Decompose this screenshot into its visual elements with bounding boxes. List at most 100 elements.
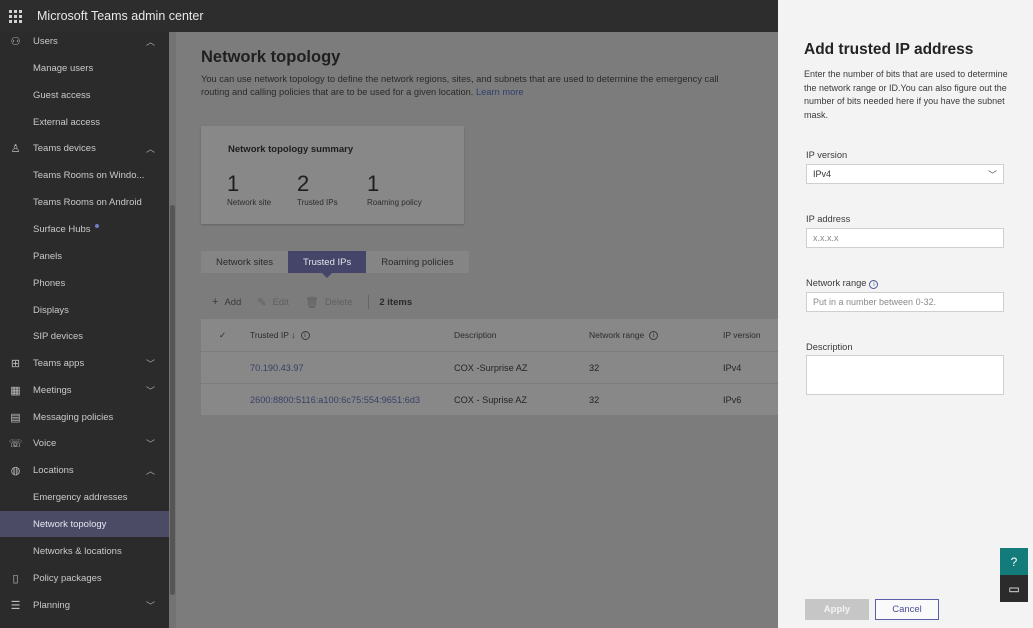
nav-sip-devices[interactable]: SIP devices <box>0 323 169 349</box>
row-ip-version: IPv4 <box>723 363 742 373</box>
nav-phones[interactable]: Phones <box>0 270 169 296</box>
planning-icon: ☰ <box>10 599 21 612</box>
globe-icon: ◍ <box>10 464 21 477</box>
info-icon[interactable]: i <box>869 280 879 289</box>
nav-networks-locations[interactable]: Networks & locations <box>0 538 169 564</box>
chevron-down-icon: ﹀ <box>146 358 156 369</box>
column-ip-version[interactable]: IP version <box>723 319 761 351</box>
nav-teams-rooms-windows[interactable]: Teams Rooms on Windo... <box>0 162 169 188</box>
app-title: Microsoft Teams admin center <box>37 9 204 23</box>
chevron-down-icon: ﹀ <box>146 438 156 449</box>
item-count: 2 items <box>379 296 413 308</box>
tab-bar: Network sites Trusted IPs Roaming polici… <box>201 251 469 278</box>
nav-emergency-addresses[interactable]: Emergency addresses <box>0 484 169 510</box>
tab-trusted-ips[interactable]: Trusted IPs <box>288 251 367 278</box>
app-launcher-icon[interactable] <box>0 0 30 32</box>
nav-locations[interactable]: ◍ Locations ︿ <box>0 457 169 483</box>
new-indicator-dot <box>94 223 99 228</box>
stat-trusted-ips: 2 Trusted IPs <box>297 171 338 207</box>
chevron-up-icon: ︿ <box>146 465 156 476</box>
row-description: COX - Suprise AZ <box>454 395 528 405</box>
left-navigation: ⚇ Users ︿ Manage users Guest access Exte… <box>0 32 169 628</box>
trash-icon: 🗑 <box>304 296 319 309</box>
column-description[interactable]: Description <box>454 319 497 351</box>
nav-guest-access[interactable]: Guest access <box>0 82 169 108</box>
nav-policy-packages[interactable]: ▯ Policy packages <box>0 565 169 591</box>
row-ip-version: IPv6 <box>723 395 742 405</box>
trusted-ip-link[interactable]: 2600:8800:5116:a100:6c75:554:9651:6d3 <box>250 384 420 416</box>
select-all-checkmark-icon[interactable]: ✓ <box>219 319 226 351</box>
description-label: Description <box>806 342 853 352</box>
cancel-button[interactable]: Cancel <box>875 599 939 620</box>
toolbar-divider <box>368 295 370 309</box>
nav-teams-apps[interactable]: ⊞ Teams apps ﹀ <box>0 350 169 376</box>
info-icon[interactable]: i <box>649 330 659 340</box>
chevron-up-icon: ︿ <box>146 36 156 47</box>
network-range-label: Network range i <box>806 278 879 289</box>
help-icon[interactable]: ? <box>1000 548 1028 575</box>
chevron-down-icon: ﹀ <box>146 600 156 611</box>
add-button[interactable]: + Add <box>201 296 241 308</box>
apply-button[interactable]: Apply <box>805 599 869 620</box>
panel-title: Add trusted IP address <box>804 41 974 58</box>
nav-users[interactable]: ⚇ Users ︿ <box>0 32 169 54</box>
column-network-range[interactable]: Network range i <box>589 319 659 351</box>
main-content: Network topology You can use network top… <box>176 32 778 628</box>
apps-icon: ⊞ <box>10 357 21 370</box>
table-toolbar: + Add ✎ Edit 🗑 Delete 2 items <box>201 290 778 314</box>
devices-icon: ♙ <box>10 142 21 155</box>
edit-button[interactable]: ✎ Edit <box>257 296 289 309</box>
sort-down-arrow-icon: ↓ <box>291 330 296 340</box>
nav-messaging-policies[interactable]: ▤ Messaging policies <box>0 404 169 430</box>
nav-voice[interactable]: ☏ Voice ﹀ <box>0 430 169 456</box>
info-icon[interactable]: i <box>300 330 310 340</box>
plus-icon: + <box>212 296 219 308</box>
table-header: ✓ Trusted IP ↓ i Description Network rang… <box>201 319 778 351</box>
top-bar: Microsoft Teams admin center <box>0 0 778 32</box>
calendar-icon: ▦ <box>10 384 21 397</box>
nav-planning[interactable]: ☰ Planning ﹀ <box>0 592 169 618</box>
row-network-range: 32 <box>589 395 600 405</box>
feedback-icon[interactable]: ▭ <box>1000 575 1028 602</box>
trusted-ip-link[interactable]: 70.190.43.97 <box>250 352 304 384</box>
nav-displays[interactable]: Displays <box>0 297 169 323</box>
users-icon: ⚇ <box>10 35 21 48</box>
sidebar-scrollbar-thumb[interactable] <box>170 205 175 595</box>
panel-description: Enter the number of bits that are used t… <box>804 69 1008 120</box>
message-icon: ▤ <box>10 411 21 424</box>
nav-external-access[interactable]: External access <box>0 109 169 135</box>
tab-roaming-policies[interactable]: Roaming policies <box>366 251 468 273</box>
voice-icon: ☏ <box>8 437 23 450</box>
nav-teams-rooms-android[interactable]: Teams Rooms on Android <box>0 189 169 215</box>
trusted-ips-table: ✓ Trusted IP ↓ i Description Network rang… <box>201 319 778 415</box>
ip-version-dropdown[interactable]: IPv4 ﹀ <box>806 164 1004 184</box>
page-title: Network topology <box>201 48 341 66</box>
learn-more-link[interactable]: Learn more <box>476 87 524 97</box>
nav-teams-devices[interactable]: ♙ Teams devices ︿ <box>0 135 169 161</box>
row-network-range: 32 <box>589 363 600 373</box>
table-row[interactable]: 70.190.43.97 COX -Surprise AZ 32 IPv4 <box>201 351 778 383</box>
nav-panels[interactable]: Panels <box>0 243 169 269</box>
ip-address-label: IP address <box>806 214 851 224</box>
tab-network-sites[interactable]: Network sites <box>201 251 288 273</box>
chevron-down-icon: ﹀ <box>987 169 997 180</box>
nav-network-topology[interactable]: Network topology <box>0 511 169 537</box>
page-description: You can use network topology to define t… <box>201 74 719 97</box>
nav-manage-users[interactable]: Manage users <box>0 55 169 81</box>
pencil-icon: ✎ <box>257 296 267 309</box>
add-trusted-ip-panel: Add trusted IP address Enter the number … <box>778 0 1033 628</box>
ip-version-label: IP version <box>806 150 848 160</box>
nav-meetings[interactable]: ▦ Meetings ﹀ <box>0 377 169 403</box>
delete-button[interactable]: 🗑 Delete <box>305 296 352 309</box>
table-row[interactable]: 2600:8800:5116:a100:6c75:554:9651:6d3 CO… <box>201 383 778 415</box>
ip-address-input[interactable]: x.x.x.x <box>806 228 1004 248</box>
row-description: COX -Surprise AZ <box>454 363 528 373</box>
summary-title: Network topology summary <box>228 144 354 155</box>
column-trusted-ip[interactable]: Trusted IP ↓ i <box>250 319 310 351</box>
chevron-down-icon: ﹀ <box>146 385 156 396</box>
stat-network-site: 1 Network site <box>227 171 272 207</box>
network-range-input[interactable]: Put in a number between 0-32. <box>806 292 1004 312</box>
package-icon: ▯ <box>12 572 19 585</box>
description-textarea[interactable] <box>806 355 1004 395</box>
nav-surface-hubs[interactable]: Surface Hubs <box>0 216 169 242</box>
